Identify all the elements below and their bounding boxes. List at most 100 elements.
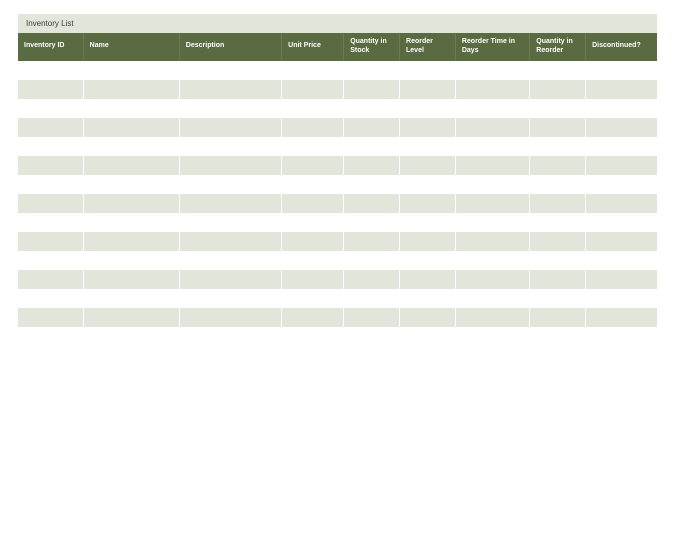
cell[interactable] xyxy=(83,118,179,137)
cell[interactable] xyxy=(400,251,456,270)
cell[interactable] xyxy=(530,61,586,80)
cell[interactable] xyxy=(530,80,586,99)
cell[interactable] xyxy=(586,80,657,99)
cell[interactable] xyxy=(179,118,281,137)
cell[interactable] xyxy=(530,270,586,289)
cell[interactable] xyxy=(455,99,529,118)
cell[interactable] xyxy=(179,175,281,194)
cell[interactable] xyxy=(179,270,281,289)
cell[interactable] xyxy=(18,251,83,270)
cell[interactable] xyxy=(179,80,281,99)
cell[interactable] xyxy=(18,99,83,118)
cell[interactable] xyxy=(455,308,529,327)
cell[interactable] xyxy=(586,118,657,137)
cell[interactable] xyxy=(344,289,400,308)
cell[interactable] xyxy=(282,118,344,137)
cell[interactable] xyxy=(282,99,344,118)
cell[interactable] xyxy=(18,61,83,80)
cell[interactable] xyxy=(455,61,529,80)
cell[interactable] xyxy=(18,137,83,156)
cell[interactable] xyxy=(455,270,529,289)
cell[interactable] xyxy=(18,308,83,327)
cell[interactable] xyxy=(179,156,281,175)
cell[interactable] xyxy=(282,61,344,80)
col-header-reorder-time[interactable]: Reorder Time in Days xyxy=(455,33,529,61)
cell[interactable] xyxy=(83,308,179,327)
cell[interactable] xyxy=(18,213,83,232)
cell[interactable] xyxy=(282,289,344,308)
cell[interactable] xyxy=(400,156,456,175)
cell[interactable] xyxy=(83,156,179,175)
cell[interactable] xyxy=(586,175,657,194)
cell[interactable] xyxy=(586,156,657,175)
cell[interactable] xyxy=(83,99,179,118)
cell[interactable] xyxy=(400,80,456,99)
cell[interactable] xyxy=(344,232,400,251)
cell[interactable] xyxy=(400,213,456,232)
cell[interactable] xyxy=(83,251,179,270)
cell[interactable] xyxy=(586,308,657,327)
cell[interactable] xyxy=(586,194,657,213)
cell[interactable] xyxy=(530,137,586,156)
cell[interactable] xyxy=(282,137,344,156)
col-header-discontinued[interactable]: Discontinued? xyxy=(586,33,657,61)
cell[interactable] xyxy=(344,270,400,289)
cell[interactable] xyxy=(282,213,344,232)
cell[interactable] xyxy=(282,175,344,194)
cell[interactable] xyxy=(344,194,400,213)
cell[interactable] xyxy=(586,270,657,289)
cell[interactable] xyxy=(400,99,456,118)
cell[interactable] xyxy=(455,194,529,213)
cell[interactable] xyxy=(83,194,179,213)
cell[interactable] xyxy=(282,251,344,270)
cell[interactable] xyxy=(400,118,456,137)
cell[interactable] xyxy=(530,194,586,213)
col-header-quantity-stock[interactable]: Quantity in Stock xyxy=(344,33,400,61)
cell[interactable] xyxy=(586,289,657,308)
cell[interactable] xyxy=(344,137,400,156)
cell[interactable] xyxy=(83,213,179,232)
cell[interactable] xyxy=(400,61,456,80)
cell[interactable] xyxy=(455,80,529,99)
cell[interactable] xyxy=(344,118,400,137)
cell[interactable] xyxy=(344,308,400,327)
cell[interactable] xyxy=(530,232,586,251)
cell[interactable] xyxy=(83,270,179,289)
cell[interactable] xyxy=(18,194,83,213)
cell[interactable] xyxy=(179,137,281,156)
cell[interactable] xyxy=(282,232,344,251)
cell[interactable] xyxy=(18,232,83,251)
col-header-quantity-reorder[interactable]: Quantity in Reorder xyxy=(530,33,586,61)
cell[interactable] xyxy=(455,137,529,156)
cell[interactable] xyxy=(282,270,344,289)
col-header-unit-price[interactable]: Unit Price xyxy=(282,33,344,61)
cell[interactable] xyxy=(530,99,586,118)
cell[interactable] xyxy=(179,232,281,251)
cell[interactable] xyxy=(282,308,344,327)
cell[interactable] xyxy=(344,61,400,80)
cell[interactable] xyxy=(179,61,281,80)
cell[interactable] xyxy=(179,251,281,270)
cell[interactable] xyxy=(586,99,657,118)
col-header-description[interactable]: Description xyxy=(179,33,281,61)
cell[interactable] xyxy=(455,251,529,270)
cell[interactable] xyxy=(179,194,281,213)
cell[interactable] xyxy=(344,80,400,99)
cell[interactable] xyxy=(586,232,657,251)
cell[interactable] xyxy=(83,232,179,251)
cell[interactable] xyxy=(530,175,586,194)
cell[interactable] xyxy=(282,194,344,213)
cell[interactable] xyxy=(400,232,456,251)
cell[interactable] xyxy=(400,289,456,308)
cell[interactable] xyxy=(530,289,586,308)
cell[interactable] xyxy=(18,175,83,194)
cell[interactable] xyxy=(344,99,400,118)
cell[interactable] xyxy=(344,156,400,175)
cell[interactable] xyxy=(530,213,586,232)
cell[interactable] xyxy=(530,118,586,137)
cell[interactable] xyxy=(455,289,529,308)
cell[interactable] xyxy=(400,137,456,156)
cell[interactable] xyxy=(18,289,83,308)
cell[interactable] xyxy=(83,137,179,156)
cell[interactable] xyxy=(400,175,456,194)
